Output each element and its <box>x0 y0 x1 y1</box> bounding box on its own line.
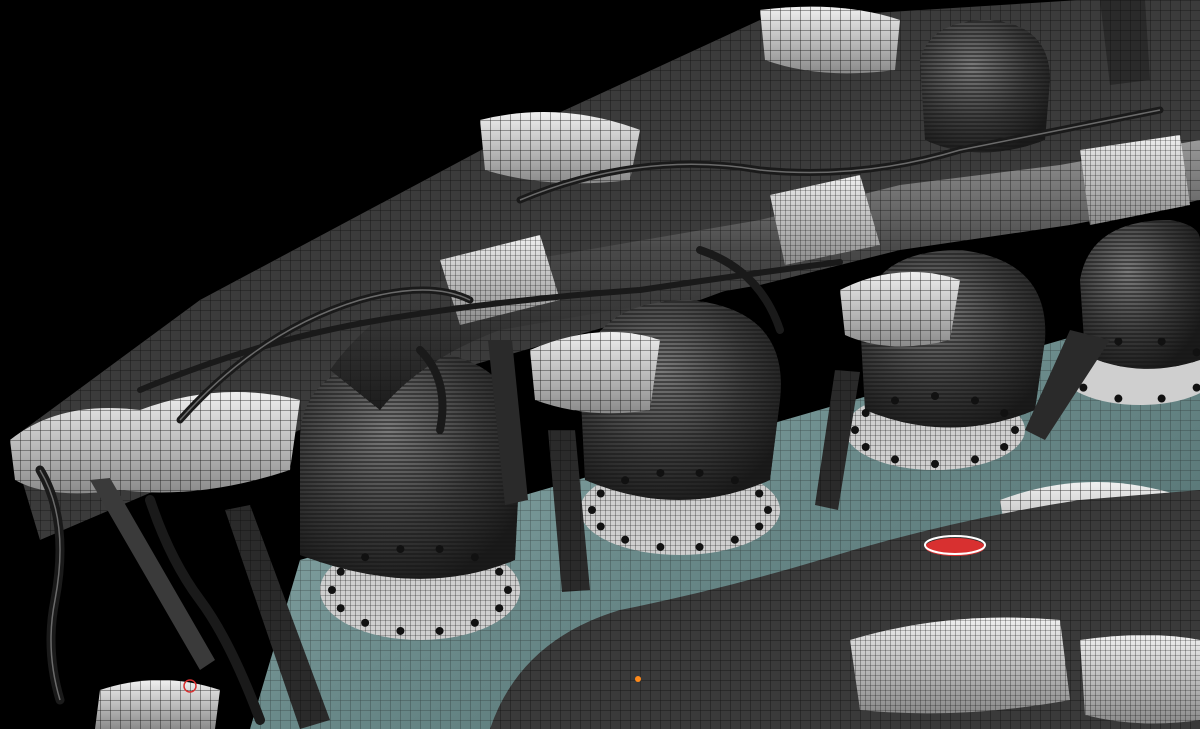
bolt <box>1000 443 1009 451</box>
bolt <box>588 506 596 514</box>
bolt <box>396 626 405 635</box>
bolt <box>1157 337 1166 346</box>
bolt <box>891 455 899 464</box>
cylinder-dome <box>300 350 521 640</box>
bolt <box>1000 409 1009 417</box>
bolt <box>336 604 345 613</box>
bolt <box>971 396 979 405</box>
bolt <box>1011 426 1019 434</box>
bolt <box>730 476 739 485</box>
engine-wireframe-render <box>10 0 1200 729</box>
bolt <box>656 468 665 477</box>
bolt <box>435 545 444 554</box>
bolt <box>755 522 764 531</box>
bolt <box>495 604 504 613</box>
bolt <box>695 543 704 552</box>
red-port <box>924 535 986 556</box>
bolt <box>1114 394 1123 403</box>
bolt <box>504 586 512 594</box>
bolt <box>621 476 630 485</box>
bolt <box>361 553 370 562</box>
bolt <box>336 567 345 576</box>
bolt <box>656 543 665 552</box>
bolt <box>621 535 630 544</box>
bolt <box>861 409 870 417</box>
bolt <box>361 618 370 627</box>
bolt <box>596 489 605 498</box>
bolt <box>1157 394 1166 403</box>
bolt <box>730 535 739 544</box>
bolt <box>495 567 504 576</box>
bolt <box>470 553 479 562</box>
bolt <box>861 443 870 451</box>
bolt <box>851 426 859 434</box>
bolt <box>891 396 899 405</box>
bolt <box>764 506 772 514</box>
bolt <box>931 460 939 468</box>
3d-viewport[interactable] <box>0 0 1200 729</box>
bolt <box>470 618 479 627</box>
bolt <box>328 586 336 594</box>
bolt <box>435 626 444 635</box>
bolt <box>931 392 939 400</box>
bolt <box>695 468 704 477</box>
bolt <box>755 489 764 498</box>
bolt <box>596 522 605 531</box>
bolt <box>396 545 405 554</box>
bolt <box>971 455 979 464</box>
vertex-marker <box>635 676 641 682</box>
bolt <box>1114 337 1123 346</box>
